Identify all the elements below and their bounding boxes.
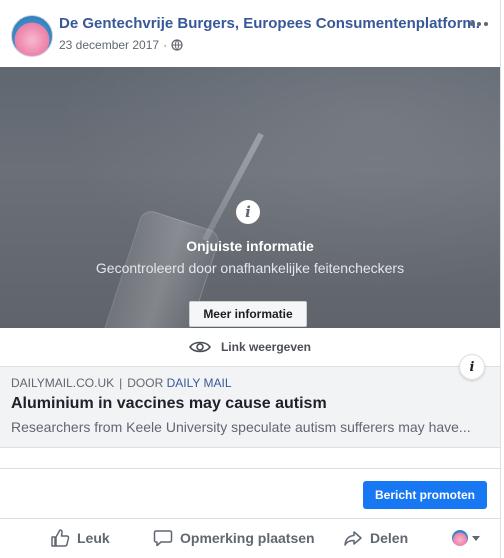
- link-domain: DAILYMAIL.CO.UK: [11, 376, 115, 390]
- more-options-icon[interactable]: [466, 14, 492, 34]
- post-header: De Gentechvrije Burgers, Europees Consum…: [0, 0, 500, 66]
- info-icon: i: [236, 200, 260, 224]
- meta-separator: ·: [163, 38, 168, 52]
- divider: [0, 468, 500, 469]
- page-name-link[interactable]: De Gentechvrije Burgers, Europees Consum…: [59, 15, 480, 32]
- link-source: DAILYMAIL.CO.UK | DOOR DAILY MAIL: [11, 376, 232, 390]
- share-label: Delen: [370, 530, 409, 546]
- source-divider: |: [119, 376, 123, 390]
- by-prefix: DOOR: [127, 376, 164, 390]
- page-avatar[interactable]: [11, 15, 53, 57]
- eye-icon: [189, 341, 211, 353]
- link-preview[interactable]: DAILYMAIL.CO.UK | DOOR DAILY MAIL Aluminiu…: [0, 367, 500, 448]
- action-bar: Leuk Opmerking plaatsen Delen: [0, 519, 500, 558]
- post-card: De Gentechvrije Burgers, Europees Consum…: [0, 0, 501, 558]
- comment-button[interactable]: Opmerking plaatsen: [153, 527, 315, 549]
- view-link-label: Link weergeven: [220, 340, 312, 354]
- link-info-icon[interactable]: i: [459, 354, 485, 380]
- false-info-overlay: i Onjuiste informatie Gecontroleerd door…: [0, 67, 500, 328]
- like-button[interactable]: Leuk: [50, 527, 110, 549]
- link-snippet: Researchers from Keele University specul…: [11, 419, 471, 435]
- page-avatar-small: [452, 530, 468, 546]
- chevron-down-icon: [472, 535, 480, 541]
- needle-image-shape: [202, 132, 264, 242]
- post-date[interactable]: 23 december 2017: [59, 38, 159, 52]
- more-info-button[interactable]: Meer informatie: [189, 301, 307, 327]
- like-icon: [51, 529, 70, 547]
- comment-icon: [153, 530, 173, 547]
- post-meta: 23 december 2017 ·: [59, 38, 183, 52]
- link-headline[interactable]: Aluminium in vaccines may cause autism: [11, 395, 327, 413]
- author-link[interactable]: DAILY MAIL: [167, 376, 232, 390]
- overlay-subtitle: Gecontroleerd door onafhankelijke feiten…: [95, 260, 405, 276]
- globe-icon: [171, 39, 183, 51]
- share-button[interactable]: Delen: [343, 527, 408, 549]
- post-as-selector[interactable]: [452, 527, 480, 549]
- view-link-button[interactable]: Link weergeven: [0, 328, 500, 367]
- like-label: Leuk: [77, 530, 110, 546]
- share-icon: [344, 531, 362, 546]
- overlay-title: Onjuiste informatie: [186, 238, 314, 254]
- comment-label: Opmerking plaatsen: [180, 530, 315, 546]
- promote-post-button[interactable]: Bericht promoten: [363, 481, 487, 509]
